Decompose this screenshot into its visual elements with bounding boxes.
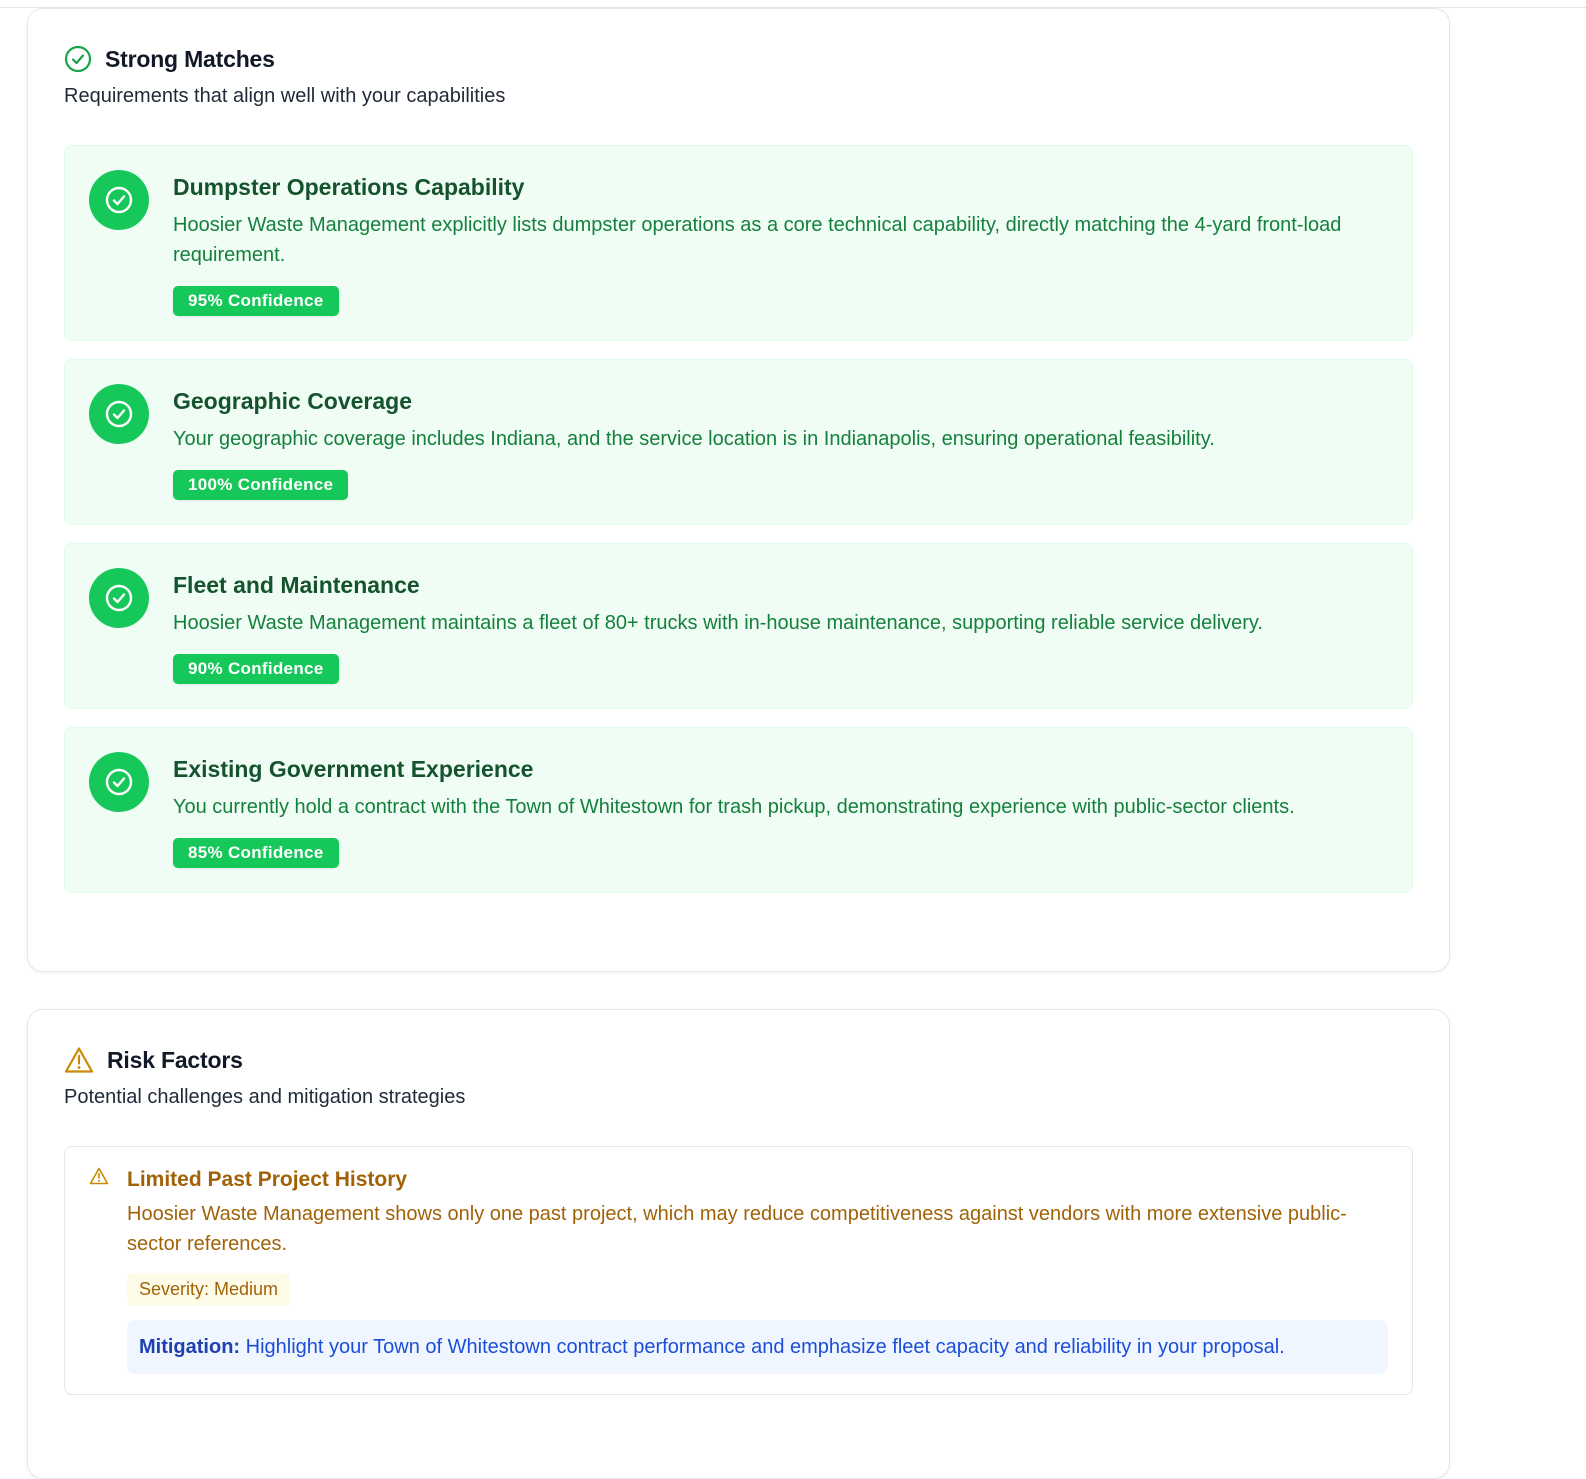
match-item: Existing Government Experience You curre… xyxy=(64,727,1413,893)
check-circle-icon xyxy=(64,45,92,73)
match-description: You currently hold a contract with the T… xyxy=(173,796,1295,818)
risk-item: Limited Past Project History Hoosier Was… xyxy=(64,1146,1413,1395)
strong-matches-header: Strong Matches xyxy=(64,45,1413,73)
match-description: Your geographic coverage includes Indian… xyxy=(173,428,1215,450)
strong-matches-description: Requirements that align well with your c… xyxy=(64,85,506,107)
confidence-badge: 95% Confidence xyxy=(173,286,339,316)
risk-factors-header: Risk Factors xyxy=(64,1046,1413,1074)
check-circle-icon xyxy=(89,752,149,812)
match-title: Existing Government Experience xyxy=(173,756,534,782)
check-circle-icon xyxy=(89,384,149,444)
warning-triangle-icon xyxy=(89,1167,109,1190)
risk-factors-title: Risk Factors xyxy=(107,1046,243,1073)
match-description: Hoosier Waste Management maintains a fle… xyxy=(173,612,1263,634)
match-item: Geographic Coverage Your geographic cove… xyxy=(64,359,1413,525)
mitigation-text: Highlight your Town of Whitestown contra… xyxy=(245,1336,1285,1358)
confidence-badge: 90% Confidence xyxy=(173,654,339,684)
strong-matches-title: Strong Matches xyxy=(105,45,275,72)
risk-factors-card: Risk Factors Potential challenges and mi… xyxy=(27,1009,1450,1479)
match-title: Fleet and Maintenance xyxy=(173,572,420,598)
match-item: Dumpster Operations Capability Hoosier W… xyxy=(64,145,1413,341)
strong-matches-card: Strong Matches Requirements that align w… xyxy=(27,8,1450,972)
strong-matches-list: Dumpster Operations Capability Hoosier W… xyxy=(64,145,1413,893)
risk-title: Limited Past Project History xyxy=(127,1168,408,1191)
confidence-badge: 100% Confidence xyxy=(173,470,349,500)
match-description: Hoosier Waste Management explicitly list… xyxy=(173,214,1342,266)
risk-factors-description: Potential challenges and mitigation stra… xyxy=(64,1086,466,1108)
match-title: Dumpster Operations Capability xyxy=(173,174,525,200)
confidence-badge: 85% Confidence xyxy=(173,838,339,868)
check-circle-icon xyxy=(89,568,149,628)
warning-triangle-icon xyxy=(64,1046,94,1074)
severity-badge: Severity: Medium xyxy=(127,1273,291,1306)
match-title: Geographic Coverage xyxy=(173,388,413,414)
check-circle-icon xyxy=(89,170,149,230)
mitigation-label: Mitigation: xyxy=(139,1336,241,1358)
match-item: Fleet and Maintenance Hoosier Waste Mana… xyxy=(64,543,1413,709)
mitigation-box: Mitigation: Highlight your Town of White… xyxy=(127,1320,1388,1374)
risk-description: Hoosier Waste Management shows only one … xyxy=(127,1203,1347,1255)
